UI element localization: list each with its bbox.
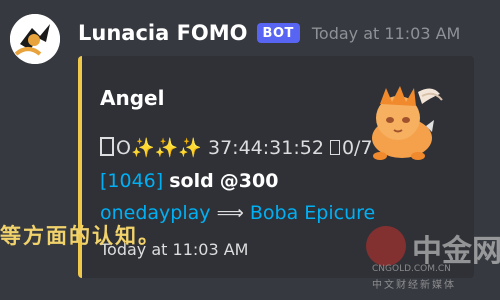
breed-count: 0/7 bbox=[341, 137, 373, 159]
sparkles-icon: ✨✨✨ bbox=[130, 137, 202, 159]
box-glyph-icon bbox=[100, 137, 114, 156]
embed-title: Angel bbox=[100, 86, 165, 110]
watermark: 中金网 CNGOLD.COM.CN 中文财经新媒体 bbox=[364, 224, 500, 291]
buyer-link[interactable]: Boba Epicure bbox=[250, 202, 375, 224]
prefix-text: O bbox=[116, 137, 131, 159]
author-name[interactable]: Lunacia FOMO bbox=[78, 21, 248, 45]
bot-badge: BOT bbox=[256, 23, 300, 43]
arrow-icon: ⟹ bbox=[216, 202, 244, 224]
sale-status: sold bbox=[169, 170, 214, 192]
axie-creature-icon[interactable] bbox=[360, 76, 450, 166]
watermark-url: CNGOLD.COM.CN bbox=[372, 264, 451, 274]
bot-avatar[interactable] bbox=[10, 14, 60, 64]
sale-price: @300 bbox=[219, 170, 279, 192]
axie-avatar-icon bbox=[10, 14, 60, 64]
overlay-caption: 等方面的认知。 bbox=[0, 223, 161, 248]
message-header: Lunacia FOMO BOT Today at 11:03 AM bbox=[78, 18, 460, 48]
axie-id-link[interactable]: [1046] bbox=[100, 170, 163, 192]
box-glyph-icon bbox=[329, 140, 340, 155]
watermark-logo-icon bbox=[366, 226, 406, 266]
message-timestamp: Today at 11:03 AM bbox=[311, 23, 461, 43]
watermark-subtitle: 中文财经新媒体 bbox=[372, 280, 456, 291]
embed-line-status: O✨✨✨ 37:44:31:52 0/7 bbox=[100, 136, 373, 159]
embed-line-sale: [1046] sold @300 bbox=[100, 170, 278, 192]
time-remaining: 37:44:31:52 bbox=[208, 137, 324, 159]
